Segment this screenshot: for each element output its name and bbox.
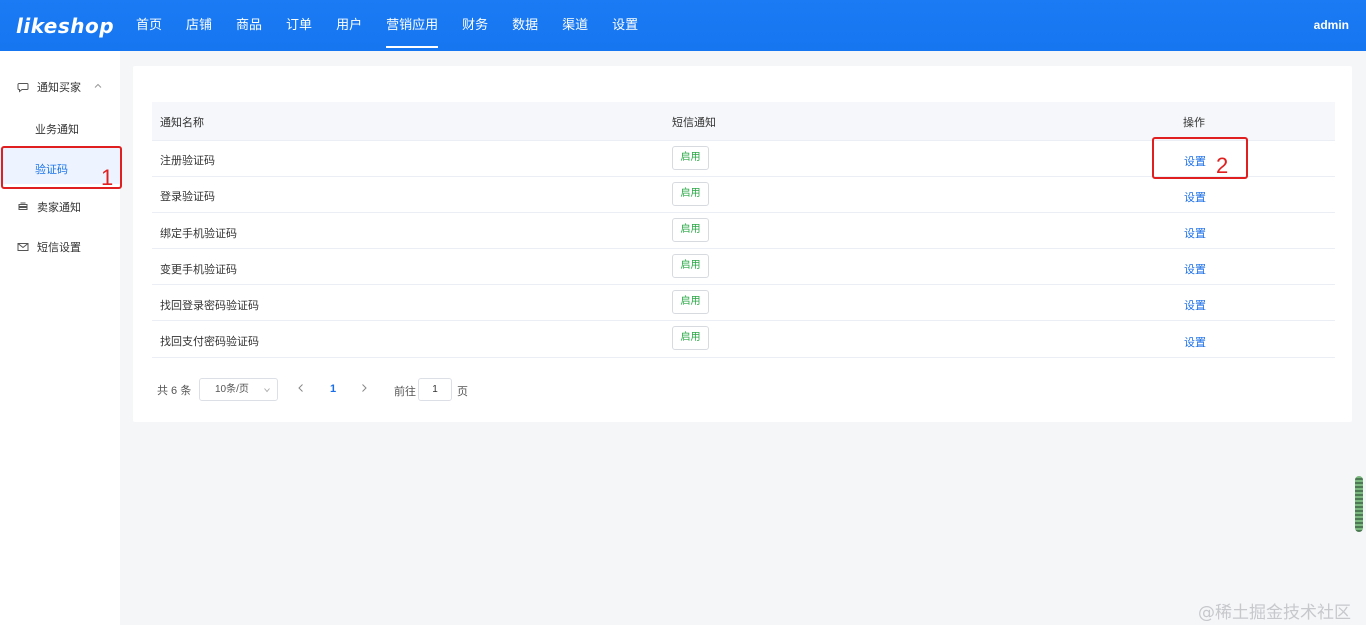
settings-link[interactable]: 设置	[1184, 225, 1206, 241]
table-row-name: 绑定手机验证码	[160, 228, 237, 240]
page-suffix-label: 页	[457, 386, 468, 398]
table-header	[152, 102, 1335, 140]
sidebar: 通知买家 业务通知 验证码 卖家通知 短信设置	[0, 51, 120, 625]
row-divider	[152, 248, 1335, 249]
nav-item-data[interactable]: 数据	[500, 0, 550, 51]
settings-link[interactable]: 设置	[1184, 297, 1206, 313]
status-tag[interactable]: 启用	[672, 146, 709, 170]
sidebar-item-seller-notice[interactable]: 卖家通知	[0, 195, 120, 219]
chevron-down-icon	[264, 388, 270, 393]
annotation-box-2	[1152, 137, 1248, 179]
pagination-total: 共 6 条	[157, 385, 192, 397]
page-size-select[interactable]: 10条/页	[199, 378, 278, 401]
logo[interactable]: likeshop	[16, 14, 114, 38]
nav-item-orders[interactable]: 订单	[274, 0, 324, 51]
watermark: @稀土掘金技术社区	[1198, 603, 1351, 623]
status-tag[interactable]: 启用	[672, 182, 709, 206]
column-header-name: 通知名称	[160, 117, 204, 129]
sidebar-item-business-notice[interactable]: 业务通知	[35, 121, 79, 137]
prev-page-button[interactable]	[297, 382, 305, 396]
scrollbar-thumb[interactable]	[1355, 476, 1363, 532]
nav-item-finance[interactable]: 财务	[450, 0, 500, 51]
nav-item-marketing[interactable]: 营销应用	[374, 0, 450, 51]
table-row-name: 找回支付密码验证码	[160, 336, 259, 348]
column-header-action: 操作	[1183, 117, 1205, 129]
user-menu[interactable]: admin	[1314, 18, 1349, 32]
annotation-number-2: 2	[1216, 153, 1229, 178]
sidebar-item-sms-settings[interactable]: 短信设置	[0, 235, 120, 259]
top-navbar: likeshop 首页 店铺 商品 订单 用户 营销应用 财务 数据 渠道 设置…	[0, 0, 1366, 51]
chevron-up-icon	[94, 83, 102, 88]
row-divider	[152, 284, 1335, 285]
sidebar-group-notify-buyer[interactable]: 通知买家	[0, 75, 120, 99]
row-divider	[152, 320, 1335, 321]
settings-link[interactable]: 设置	[1184, 261, 1206, 277]
chat-bubble-icon	[17, 81, 29, 93]
status-tag[interactable]: 启用	[672, 290, 709, 314]
sidebar-group-label: 通知买家	[37, 82, 81, 94]
table-row-name: 变更手机验证码	[160, 264, 237, 276]
chevron-left-icon	[298, 384, 303, 392]
nav-item-store[interactable]: 店铺	[174, 0, 224, 51]
status-tag[interactable]: 启用	[672, 218, 709, 242]
status-tag[interactable]: 启用	[672, 254, 709, 278]
table-row-name: 注册验证码	[160, 155, 215, 167]
nav-item-channels[interactable]: 渠道	[550, 0, 600, 51]
mail-icon	[17, 241, 29, 253]
nav-item-products[interactable]: 商品	[224, 0, 274, 51]
sidebar-item-label: 卖家通知	[37, 202, 81, 214]
settings-link[interactable]: 设置	[1184, 334, 1206, 350]
main-nav: 首页 店铺 商品 订单 用户 营销应用 财务 数据 渠道 设置	[124, 0, 650, 51]
stack-icon	[17, 201, 29, 213]
table-row-name: 找回登录密码验证码	[160, 300, 259, 312]
nav-item-users[interactable]: 用户	[324, 0, 374, 51]
page-size-value: 10条/页	[215, 384, 249, 395]
goto-page-input[interactable]: 1	[418, 378, 452, 401]
sidebar-item-label: 短信设置	[37, 242, 81, 254]
row-divider	[152, 212, 1335, 213]
annotation-number-1: 1	[101, 165, 114, 190]
chevron-right-icon	[362, 384, 367, 392]
row-divider	[152, 357, 1335, 358]
column-header-sms: 短信通知	[672, 117, 716, 129]
goto-label: 前往	[394, 386, 416, 398]
page-number-current[interactable]: 1	[330, 383, 336, 395]
status-tag[interactable]: 启用	[672, 326, 709, 350]
settings-link[interactable]: 设置	[1184, 189, 1206, 205]
nav-item-settings[interactable]: 设置	[600, 0, 650, 51]
next-page-button[interactable]	[360, 382, 368, 396]
table-row-name: 登录验证码	[160, 191, 215, 203]
nav-item-home[interactable]: 首页	[124, 0, 174, 51]
